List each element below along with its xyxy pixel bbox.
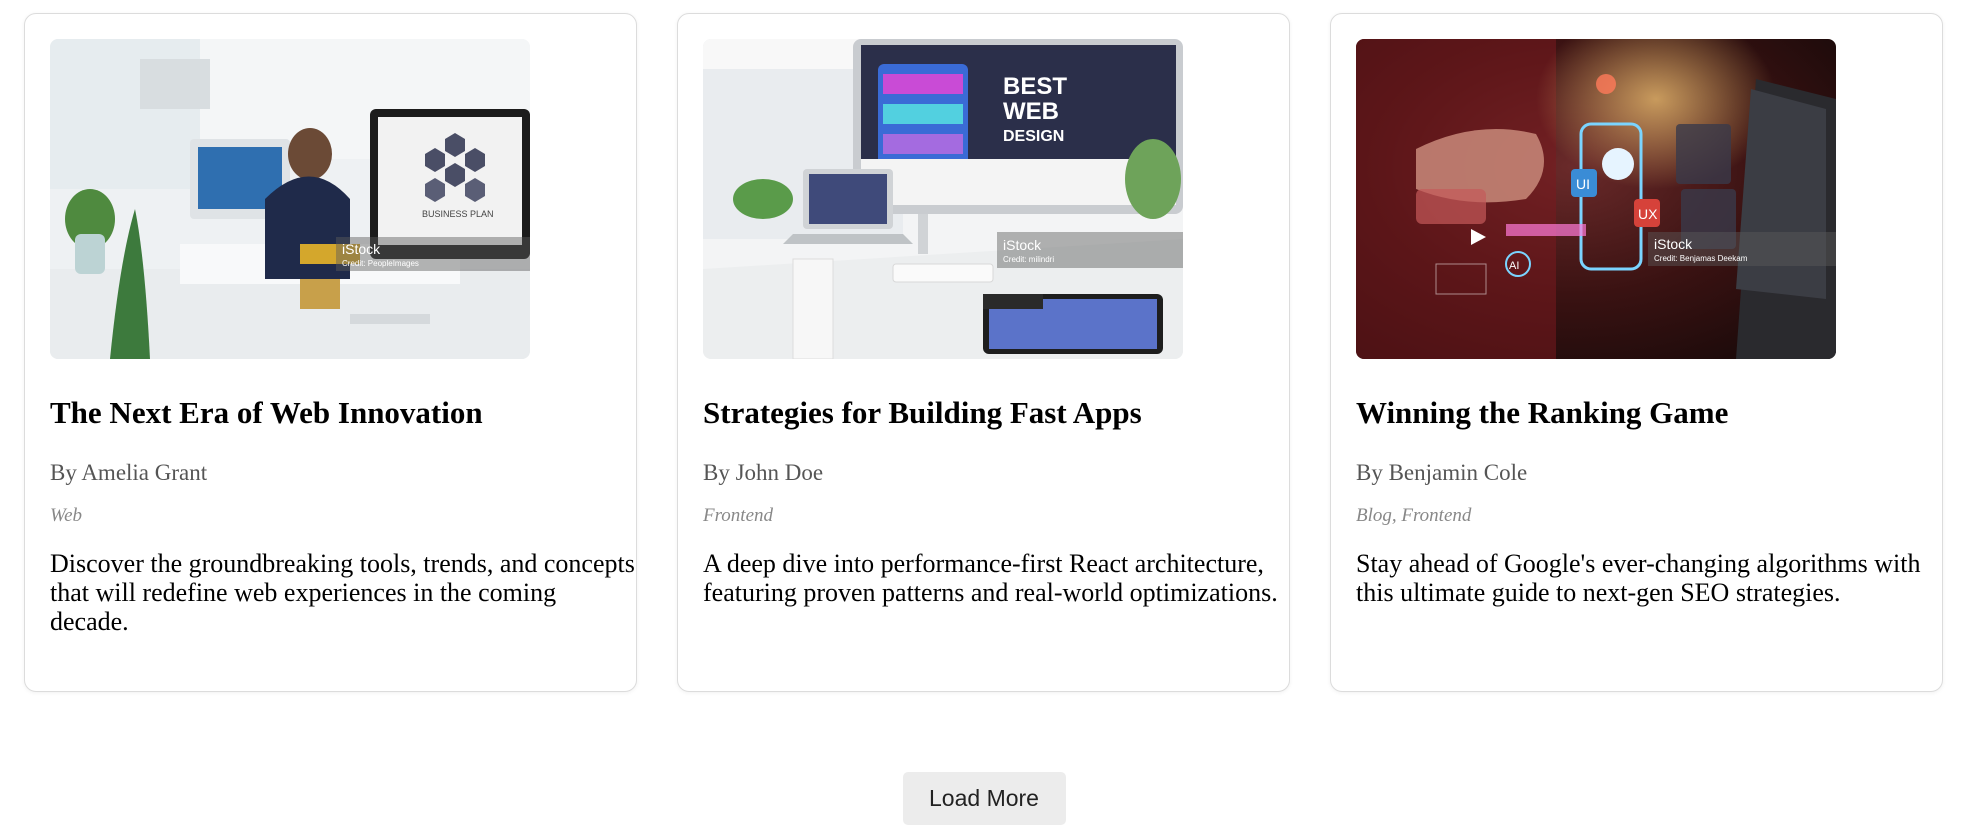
blog-card[interactable]: BUSINESS PLAN iStock Credit: PeopleImage…	[24, 13, 637, 692]
watermark-text: iStock	[1654, 236, 1693, 252]
svg-text:BUSINESS PLAN: BUSINESS PLAN	[422, 209, 494, 219]
post-title[interactable]: Winning the Ranking Game	[1356, 393, 1917, 433]
post-author: By Benjamin Cole	[1356, 460, 1528, 485]
post-description: Discover the groundbreaking tools, trend…	[50, 549, 635, 636]
svg-text:UI: UI	[1576, 176, 1590, 192]
ui-ux-hologram-photo: UI UX AI iStock Credit: Benjamas Deekam	[1356, 39, 1836, 359]
credit-text: Credit: milindri	[1003, 255, 1054, 264]
svg-text:WEB: WEB	[1003, 98, 1059, 125]
blog-card-grid: BUSINESS PLAN iStock Credit: PeopleImage…	[24, 13, 1944, 692]
blog-card[interactable]: UI UX AI iStock Credit: Benjamas Deekam …	[1330, 13, 1943, 692]
blog-card-image[interactable]: UI UX AI iStock Credit: Benjamas Deekam	[1356, 39, 1836, 359]
svg-text:UX: UX	[1638, 206, 1658, 222]
watermark-text: iStock	[1003, 237, 1042, 253]
svg-text:DESIGN: DESIGN	[1003, 128, 1064, 145]
credit-text: Credit: Benjamas Deekam	[1654, 254, 1748, 263]
post-tags: Frontend	[703, 505, 774, 526]
load-more-button[interactable]: Load More	[902, 772, 1066, 825]
desk-photo: BEST WEB DESIGN iStock Credit: milindri	[703, 39, 1183, 359]
post-description: Stay ahead of Google's ever-changing alg…	[1356, 549, 1921, 607]
post-tags: Blog, Frontend	[1356, 505, 1472, 526]
post-title[interactable]: Strategies for Building Fast Apps	[703, 393, 1264, 433]
watermark-text: iStock	[342, 241, 381, 257]
post-description: A deep dive into performance-first React…	[703, 549, 1278, 607]
credit-text: Credit: PeopleImages	[342, 259, 419, 268]
post-title[interactable]: The Next Era of Web Innovation	[50, 393, 611, 433]
blog-card-image[interactable]: BEST WEB DESIGN iStock Credit: milindri	[703, 39, 1183, 359]
post-tags: Web	[50, 505, 83, 526]
svg-text:BEST: BEST	[1003, 73, 1067, 100]
blog-card-image[interactable]: BUSINESS PLAN iStock Credit: PeopleImage…	[50, 39, 530, 359]
load-more-container: Load More	[0, 772, 1968, 825]
blog-card[interactable]: BEST WEB DESIGN iStock Credit: milindri	[677, 13, 1290, 692]
post-author: By John Doe	[703, 460, 824, 485]
office-photo: BUSINESS PLAN iStock Credit: PeopleImage…	[50, 39, 530, 359]
svg-text:AI: AI	[1509, 260, 1519, 272]
post-author: By Amelia Grant	[50, 460, 208, 485]
